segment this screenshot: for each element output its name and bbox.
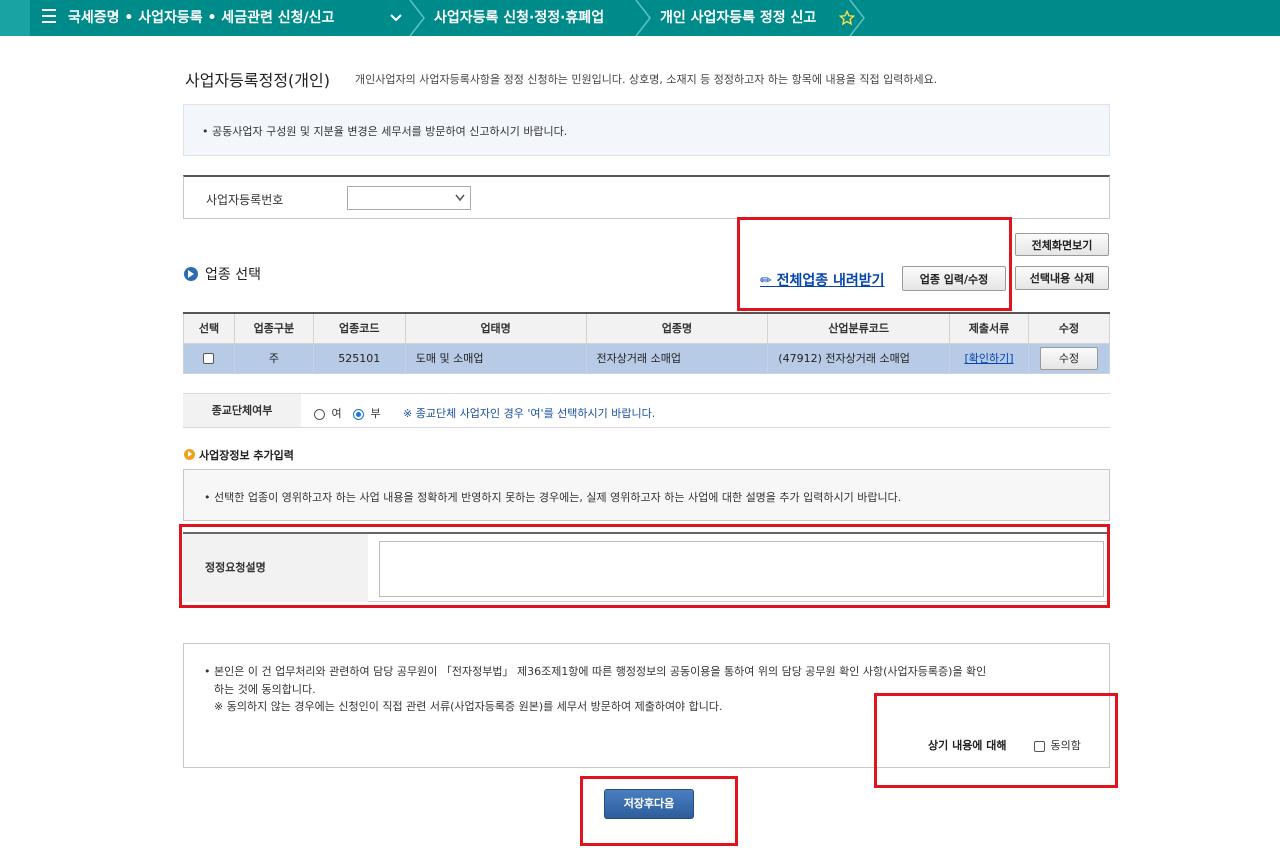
column-header: 산업분류코드 bbox=[767, 313, 951, 344]
chevron-down-icon bbox=[455, 194, 465, 202]
breadcrumb-separator-icon bbox=[849, 0, 865, 36]
industry-section-label: 업종 선택 bbox=[205, 267, 261, 283]
breadcrumb-separator-icon bbox=[635, 0, 651, 36]
industry-section-title: 업종 선택 bbox=[184, 264, 261, 284]
business-type-cell: 도매 및 소매업 bbox=[404, 342, 587, 374]
breadcrumb-registration[interactable]: 사업자등록 신청·정정·휴폐업 bbox=[434, 0, 604, 36]
industry-code-cell: 525101 bbox=[312, 342, 406, 374]
column-header: 수정 bbox=[1028, 313, 1110, 344]
top-navigation: 국세증명 • 사업자등록 • 세금관련 신청/신고 사업자등록 신청·정정·휴폐… bbox=[0, 0, 1280, 36]
chevron-down-icon[interactable] bbox=[388, 10, 404, 26]
table-row[interactable]: 주 525101 도매 및 소매업 전자상거래 소매업 (47912) 전자상거… bbox=[183, 342, 1110, 374]
religious-yes-option[interactable]: 여 bbox=[314, 405, 342, 421]
annotation-highlight bbox=[874, 693, 1118, 788]
religious-hint: ※ 종교단체 사업자인 경우 '여'를 선택하시기 바랍니다. bbox=[403, 407, 656, 420]
business-name-cell: 전자상거래 소매업 bbox=[585, 342, 769, 374]
menu-icon[interactable] bbox=[42, 9, 56, 27]
page-description: 개인사업자의 사업자등록사항을 정정 신청하는 민원입니다. 상호명, 소재지 … bbox=[355, 73, 938, 86]
religious-no-label: 부 bbox=[370, 407, 381, 420]
check-docs-link[interactable]: [확인하기] bbox=[965, 352, 1014, 365]
annotation-highlight bbox=[580, 776, 738, 846]
religious-yes-label: 여 bbox=[331, 407, 342, 420]
column-header: 업종구분 bbox=[233, 313, 314, 344]
column-header: 업종코드 bbox=[312, 313, 406, 344]
row-select-cell bbox=[183, 342, 235, 374]
arrow-circle-icon bbox=[184, 449, 195, 460]
breadcrumb-tax-services[interactable]: 국세증명 • 사업자등록 • 세금관련 신청/신고 bbox=[68, 0, 334, 36]
arrow-circle-icon bbox=[184, 267, 198, 281]
notice-text: • 공동사업자 구성원 및 지분율 변경은 세무서를 방문하여 신고하시기 바랍… bbox=[202, 125, 568, 138]
registration-number-row: 사업자등록번호 bbox=[183, 175, 1110, 219]
notice-box: • 공동사업자 구성원 및 지분율 변경은 세무서를 방문하여 신고하시기 바랍… bbox=[183, 104, 1110, 156]
registration-number-label: 사업자등록번호 bbox=[206, 193, 284, 207]
fullscreen-button[interactable]: 전체화면보기 bbox=[1015, 233, 1109, 256]
edit-cell: 수정 bbox=[1028, 342, 1110, 374]
annotation-highlight bbox=[179, 524, 1110, 608]
annotation-highlight bbox=[737, 217, 1012, 311]
row-select-checkbox[interactable] bbox=[203, 353, 215, 364]
docs-cell: [확인하기] bbox=[949, 342, 1029, 374]
religious-yes-radio[interactable] bbox=[314, 408, 325, 420]
consent-text-line3: ※ 동의하지 않는 경우에는 신청인이 직접 관련 서류(사업자등록증 원본)를… bbox=[214, 700, 723, 713]
column-header: 업태명 bbox=[404, 313, 587, 344]
registration-number-select[interactable] bbox=[347, 186, 471, 210]
extra-info-title-label: 사업장정보 추가입력 bbox=[199, 449, 294, 462]
nav-left-edge bbox=[0, 0, 30, 36]
religious-org-row: 종교단체여부 여 부 ※ 종교단체 사업자인 경우 '여'를 선택하시기 바랍니… bbox=[183, 393, 1110, 428]
column-header: 선택 bbox=[183, 313, 235, 344]
extra-info-title: 사업장정보 추가입력 bbox=[184, 447, 294, 463]
breadcrumb-separator-icon bbox=[409, 0, 425, 36]
column-header: 업종명 bbox=[585, 313, 769, 344]
page-title: 사업자등록정정(개인) bbox=[185, 71, 330, 90]
extra-info-notice-text: • 선택한 업종이 영위하고자 하는 사업 내용을 정확하게 반영하지 못하는 … bbox=[204, 491, 902, 504]
column-header: 제출서류 bbox=[949, 313, 1029, 344]
religious-no-option[interactable]: 부 bbox=[353, 405, 381, 421]
table-header-row: 선택 업종구분 업종코드 업태명 업종명 산업분류코드 제출서류 수정 bbox=[183, 313, 1110, 344]
industry-table: 선택 업종구분 업종코드 업태명 업종명 산업분류코드 제출서류 수정 주 52… bbox=[183, 312, 1110, 374]
extra-info-notice: • 선택한 업종이 영위하고자 하는 사업 내용을 정확하게 반영하지 못하는 … bbox=[183, 469, 1110, 521]
industry-kind-cell: 주 bbox=[233, 342, 314, 374]
delete-selection-button[interactable]: 선택내용 삭제 bbox=[1015, 266, 1109, 290]
religious-no-radio[interactable] bbox=[353, 408, 364, 420]
consent-text-line1: • 본인은 이 건 업무처리와 관련하여 담당 공무원이 「전자정부법」 제36… bbox=[204, 665, 987, 678]
breadcrumb-current: 개인 사업자등록 정정 신고 bbox=[660, 10, 817, 26]
class-code-cell: (47912) 전자상거래 소매업 bbox=[767, 342, 951, 374]
consent-text-line2: 하는 것에 동의합니다. bbox=[214, 683, 316, 696]
row-edit-button[interactable]: 수정 bbox=[1040, 346, 1098, 370]
religious-org-label: 종교단체여부 bbox=[183, 394, 301, 427]
